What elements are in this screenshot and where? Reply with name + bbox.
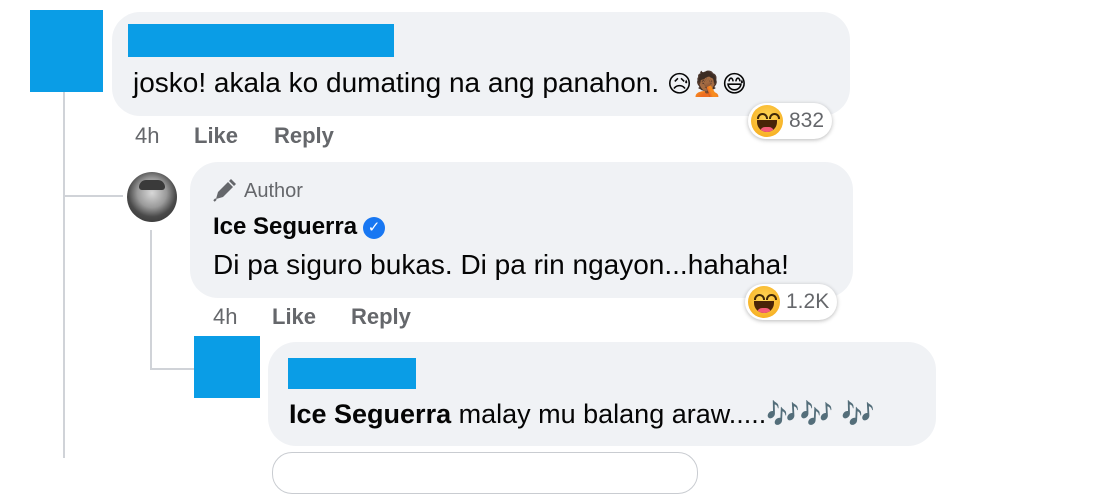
reply-text: Di pa siguro bukas. Di pa rin ngayon...h… (213, 249, 789, 280)
thread-line-main (63, 92, 65, 458)
thread-line-sub (150, 230, 152, 370)
reaction-count: 1.2K (786, 290, 830, 313)
sweat-smile-emoji: 😅 (721, 71, 747, 98)
reply-text-body: malay mu balang araw.....🎶🎶 🎶 (451, 399, 875, 429)
comment-text: josko! akala ko dumating na ang panahon.… (133, 66, 747, 102)
thread-line-branch-2 (150, 368, 194, 370)
reply-timestamp[interactable]: 4h (213, 304, 237, 330)
thread-line-branch-1 (63, 195, 123, 197)
pen-icon (212, 177, 238, 203)
avatar[interactable] (127, 172, 177, 222)
commenter-name-text: Ice Seguerra (213, 213, 358, 240)
redacted-avatar[interactable] (194, 336, 260, 398)
haha-reaction-icon (751, 105, 783, 137)
reply-button[interactable]: Reply (274, 123, 334, 149)
mention-link[interactable]: Ice Seguerra (289, 399, 451, 429)
author-badge: Author (244, 180, 303, 202)
reaction-summary[interactable]: 832 (748, 103, 833, 139)
redacted-avatar[interactable] (30, 10, 103, 92)
redacted-commenter-name[interactable] (288, 358, 416, 389)
haha-reaction-icon (748, 286, 780, 318)
next-comment-bubble-edge (272, 452, 698, 494)
like-button[interactable]: Like (272, 304, 316, 330)
redacted-commenter-name[interactable] (128, 24, 394, 57)
facepalm-emoji: 🤦🏾 (691, 71, 722, 98)
reaction-summary[interactable]: 1.2K (745, 284, 838, 320)
reply-button[interactable]: Reply (351, 304, 411, 330)
like-button[interactable]: Like (194, 123, 238, 149)
reply-text: Ice Seguerra malay mu balang araw.....🎶🎶… (289, 397, 875, 431)
commenter-name[interactable]: Ice Seguerra ✓ (213, 212, 386, 242)
verified-badge-icon: ✓ (363, 217, 386, 239)
sad-face-emoji: 😥 (666, 71, 692, 98)
reaction-count: 832 (789, 109, 825, 132)
comment-text-body: josko! akala ko dumating na ang panahon. (133, 67, 660, 98)
comment-timestamp[interactable]: 4h (135, 123, 159, 149)
